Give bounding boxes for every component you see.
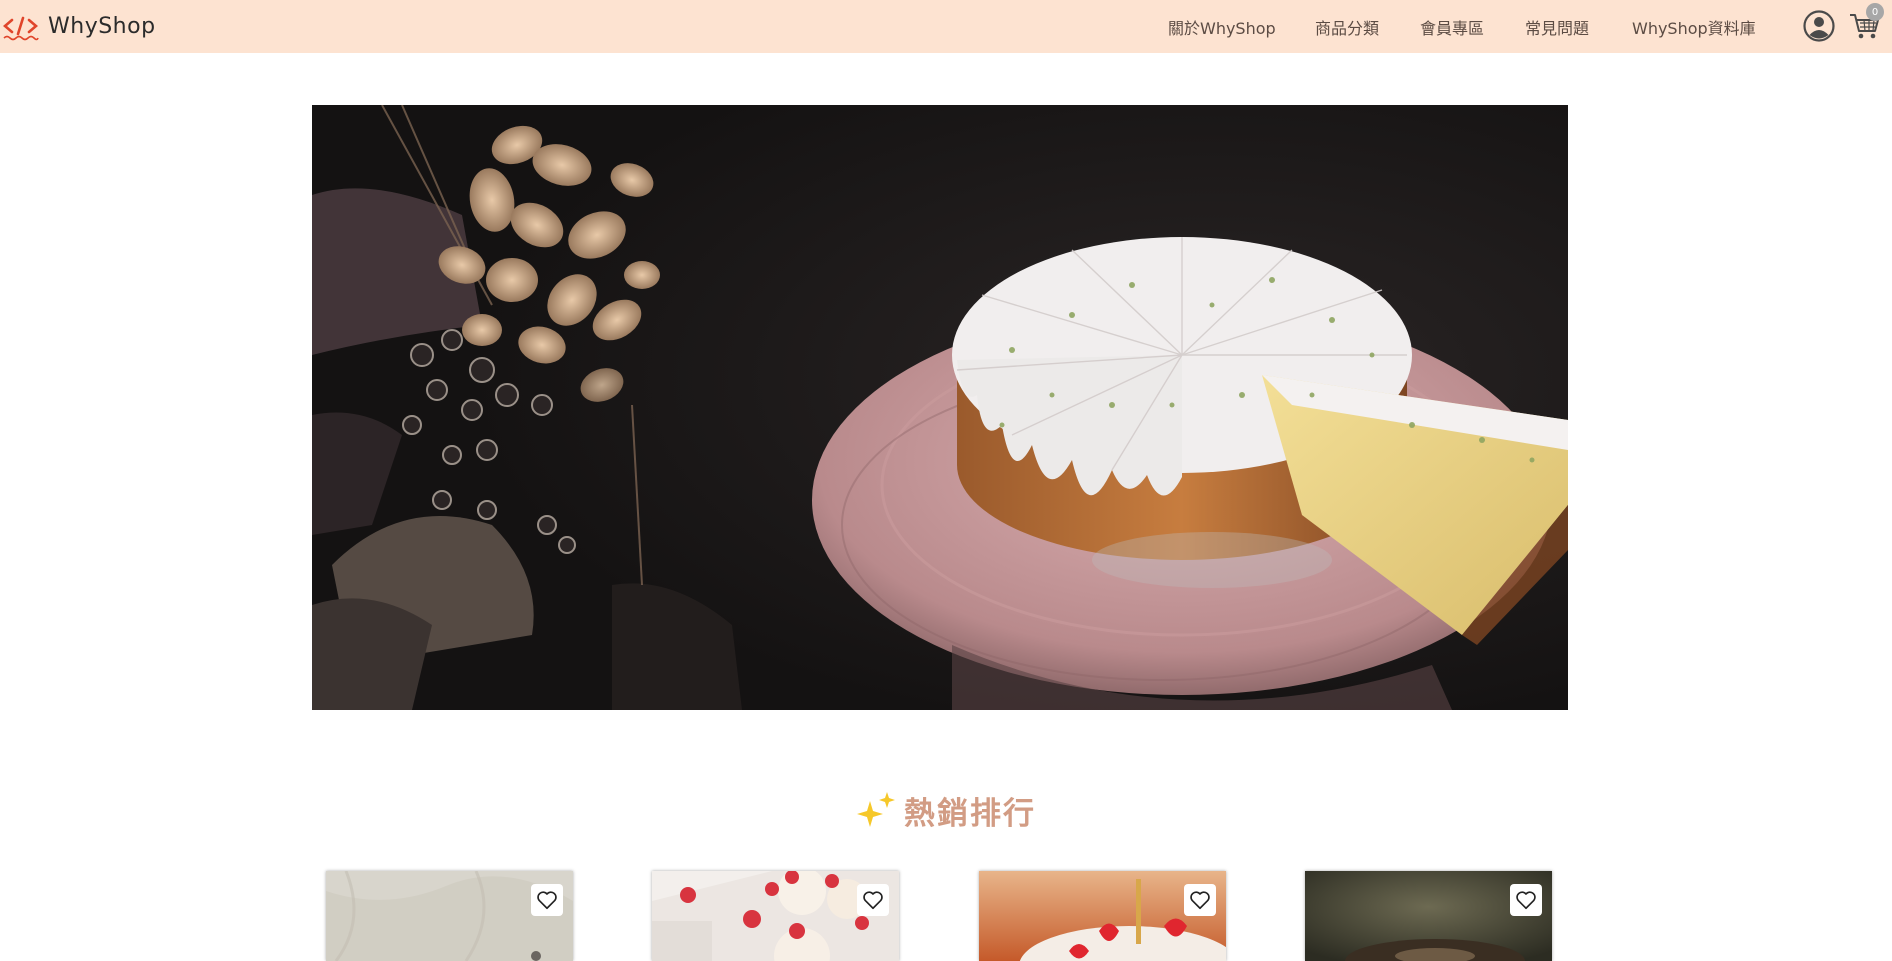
product-card[interactable]	[652, 871, 899, 961]
favorite-button[interactable]	[857, 884, 889, 916]
user-circle-icon	[1803, 10, 1835, 42]
heart-outline-icon	[1190, 891, 1210, 910]
bestsellers-heading: 熱銷排行	[0, 785, 1892, 835]
hero-banner-image[interactable]	[312, 105, 1568, 710]
favorite-button[interactable]	[1510, 884, 1542, 916]
sparkle-icon	[857, 792, 895, 827]
nav-member[interactable]: 會員專區	[1420, 15, 1484, 39]
nav-about[interactable]: 關於WhyShop	[1168, 15, 1276, 39]
favorite-button[interactable]	[1184, 884, 1216, 916]
heart-outline-icon	[537, 891, 557, 910]
brand-home-link[interactable]: WhyShop	[2, 0, 156, 53]
bestsellers-title: 熱銷排行	[904, 795, 1036, 832]
user-account-button[interactable]	[1802, 9, 1836, 43]
nav-faq[interactable]: 常見問題	[1525, 15, 1589, 39]
nav-categories[interactable]: 商品分類	[1315, 15, 1379, 39]
heart-outline-icon	[1516, 891, 1536, 910]
product-card[interactable]	[1305, 871, 1552, 961]
favorite-button[interactable]	[531, 884, 563, 916]
brand-name: WhyShop	[48, 14, 156, 39]
heart-outline-icon	[863, 891, 883, 910]
nav-database[interactable]: WhyShop資料庫	[1632, 15, 1756, 39]
code-brackets-logo-icon	[2, 12, 40, 42]
top-navbar: WhyShop 關於WhyShop 商品分類 會員專區 常見問題 WhyShop…	[0, 0, 1892, 53]
product-card[interactable]	[979, 871, 1226, 961]
cart-count-badge: 0	[1866, 3, 1884, 21]
product-card[interactable]	[326, 871, 573, 961]
